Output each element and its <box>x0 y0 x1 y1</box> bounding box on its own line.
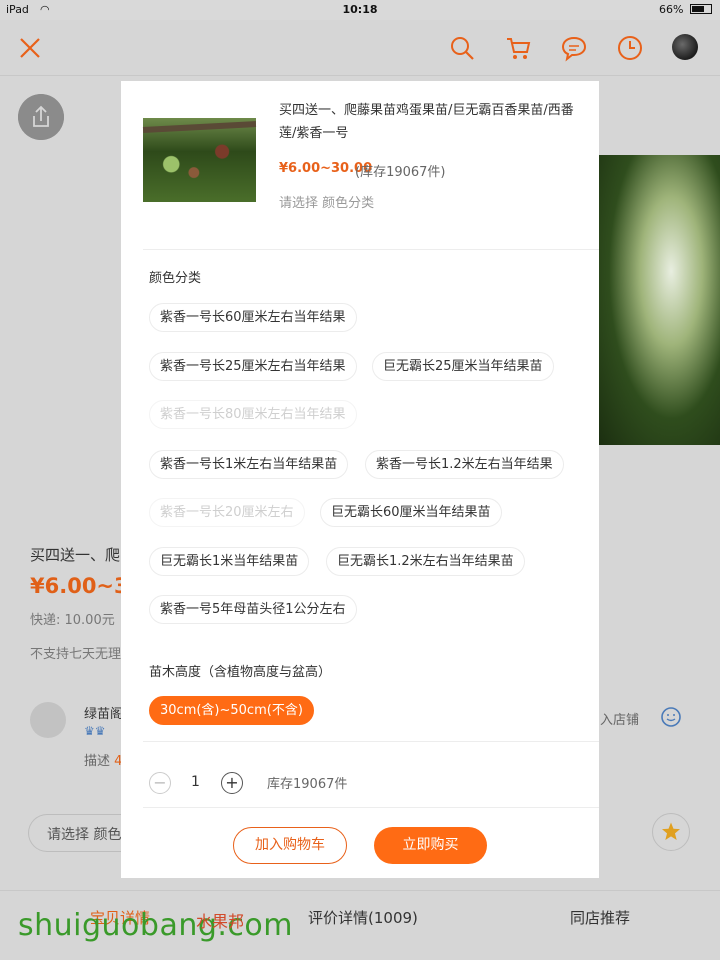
bg-return-policy: 不支持七天无理 <box>30 647 122 662</box>
height-option-selected[interactable]: 30cm(含)~50cm(不含) <box>149 696 314 725</box>
shop-desc-score: 描述 4 <box>84 750 122 769</box>
watermark-text: shuiguobang.com <box>18 908 293 943</box>
color-option[interactable]: 巨无霸长60厘米当年结果苗 <box>320 498 502 527</box>
smile-icon[interactable] <box>660 706 682 728</box>
battery-icon <box>690 4 712 14</box>
shop-avatar[interactable] <box>30 702 66 738</box>
shop-name[interactable]: 绿苗阁 <box>84 703 123 722</box>
bg-product-price: ¥6.00~3 <box>30 574 129 598</box>
history-icon[interactable] <box>616 34 644 62</box>
sku-sheet: 买四送一、爬藤果苗鸡蛋果苗/巨无霸百香果苗/西番莲/紫香一号 ¥6.00~30.… <box>121 81 599 878</box>
search-icon[interactable] <box>448 34 476 62</box>
quantity-stock: 库存19067件 <box>267 777 348 792</box>
color-option[interactable]: 巨无霸长1米当年结果苗 <box>149 547 310 576</box>
color-option[interactable]: 紫香一号5年母苗头径1公分左右 <box>149 595 357 624</box>
bg-shipping-fee: 快递: 10.00元 <box>30 613 115 628</box>
battery-indicator: 66% <box>659 3 712 16</box>
top-nav <box>0 20 720 76</box>
quantity-decrement-button[interactable]: − <box>149 772 171 794</box>
sku-select-prompt: 请选择 颜色分类 <box>279 196 375 211</box>
watermark-small: 水果邦 <box>196 912 245 931</box>
buy-now-button[interactable]: 立即购买 <box>374 827 487 864</box>
sku-product-thumbnail <box>143 118 256 202</box>
status-bar: iPad ◠ 10:18 66% <box>0 0 720 20</box>
clock: 10:18 <box>342 3 378 16</box>
product-hero-image <box>598 155 720 445</box>
enter-shop-link[interactable]: 入店铺 <box>600 709 639 728</box>
share-icon[interactable] <box>18 94 64 140</box>
divider <box>143 807 599 808</box>
watermark: shuiguobang.com <box>18 908 293 943</box>
color-section-label: 颜色分类 <box>149 271 202 286</box>
color-option[interactable]: 巨无霸长25厘米当年结果苗 <box>372 352 554 381</box>
star-icon[interactable] <box>652 813 690 851</box>
color-option-disabled: 紫香一号长20厘米左右 <box>149 498 305 527</box>
quantity-increment-button[interactable]: + <box>221 772 243 794</box>
quantity-value[interactable]: 1 <box>191 774 200 790</box>
cart-icon[interactable] <box>504 34 532 62</box>
divider <box>143 741 599 742</box>
battery-percent: 66% <box>659 3 684 16</box>
user-avatar[interactable] <box>672 34 698 60</box>
height-section-label: 苗木高度（含植物高度与盆高） <box>149 665 332 680</box>
desc-label: 描述 <box>84 754 111 769</box>
divider <box>143 249 599 250</box>
color-option[interactable]: 紫香一号长1.2米左右当年结果 <box>365 450 564 479</box>
close-icon[interactable] <box>16 34 44 62</box>
shop-rank-badges: ♛♛ <box>84 724 106 738</box>
color-option-disabled: 紫香一号长80厘米左右当年结果 <box>149 400 357 429</box>
sku-product-title: 买四送一、爬藤果苗鸡蛋果苗/巨无霸百香果苗/西番莲/紫香一号 <box>279 103 574 141</box>
bg-product-title: 买四送一、爬 <box>30 546 121 564</box>
chat-icon[interactable] <box>560 34 588 62</box>
color-option[interactable]: 巨无霸长1.2米左右当年结果苗 <box>326 547 525 576</box>
sku-stock: (库存19067件) <box>355 165 446 180</box>
add-to-cart-button[interactable]: 加入购物车 <box>233 827 347 864</box>
tab-shop-recommend[interactable]: 同店推荐 <box>570 907 630 928</box>
color-option[interactable]: 紫香一号长60厘米左右当年结果 <box>149 303 357 332</box>
color-option[interactable]: 紫香一号长25厘米左右当年结果 <box>149 352 357 381</box>
color-option[interactable]: 紫香一号长1米左右当年结果苗 <box>149 450 349 479</box>
tab-reviews[interactable]: 评价详情(1009) <box>308 907 418 928</box>
